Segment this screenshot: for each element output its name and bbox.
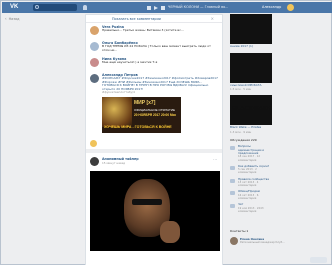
avatar[interactable] bbox=[90, 58, 99, 67]
banner-emblem bbox=[102, 96, 132, 127]
search-input[interactable] bbox=[33, 4, 77, 11]
contacts-section: Контакты 1 Елена Онегина Региональный ме… bbox=[230, 229, 300, 245]
avatar[interactable] bbox=[90, 26, 99, 35]
post-image[interactable] bbox=[90, 170, 220, 251]
audio-player[interactable]: ЧЕРНЫЙ КОЛОНИ — Главный во... bbox=[147, 4, 247, 11]
comment-text: В ГОД ТРЕМЫ ИЗ 24 ПОКАЗА | Только ваш мо… bbox=[102, 44, 211, 52]
meme-hand bbox=[160, 220, 180, 243]
more-options-icon[interactable]: ··· bbox=[213, 157, 217, 162]
video-thumbnail[interactable] bbox=[230, 52, 272, 83]
comments-header: Показать все комментарии × bbox=[86, 15, 222, 23]
discussion-icon bbox=[230, 204, 235, 209]
discussions-title[interactable]: Обсуждения 229 bbox=[230, 138, 272, 142]
video-meta: 1.3 млн · 9 мин bbox=[230, 129, 252, 134]
discussion-meta: 19 ноя 2013 · 2243 комментария bbox=[238, 206, 264, 213]
comment-text: Правильно... Третья жизнь: Витамин 3 (хо… bbox=[102, 28, 184, 32]
now-playing-text: ЧЕРНЫЙ КОЛОНИ — Главный во... bbox=[168, 5, 229, 9]
prev-track-icon[interactable] bbox=[147, 5, 151, 10]
avatar[interactable] bbox=[90, 156, 99, 166]
comment-item: Александр Петров #ФОРСАЖ7 #Форсаж2017 #К… bbox=[86, 71, 222, 137]
back-link[interactable]: ‹ Назад bbox=[5, 16, 45, 21]
comment-item bbox=[86, 137, 222, 147]
comment-text: #ФОРСАЖ7 #Форсаж2017 #Кинокино2017 #фоСм… bbox=[102, 76, 218, 91]
video-meta: 1.5 млн · 5 мин bbox=[230, 87, 252, 91]
user-avatar[interactable] bbox=[287, 4, 294, 11]
comment-item: Нина Кузина Мне ещё научиться!:) а мечти… bbox=[86, 55, 222, 71]
avatar[interactable] bbox=[90, 74, 99, 83]
comment-text: Мне ещё научиться!:) а мечтик Т-я bbox=[102, 60, 158, 64]
discussion-item[interactable]: Обмен/Продам 16 окт 2013 · 6 комментария bbox=[230, 189, 272, 200]
top-navigation-bar: VK ЧЕРНЫЙ КОЛОНИ — Главный во... Алексан… bbox=[2, 2, 332, 13]
video-thumbnail[interactable]: BLACKWAKE bbox=[230, 95, 272, 126]
discussion-meta: 13 окт 2013 · 4 комментария bbox=[238, 180, 259, 188]
contacts-title[interactable]: Контакты 1 bbox=[230, 229, 300, 233]
banner-date: 20 НОЯБРЯ 2017 20:00 Мск bbox=[134, 112, 176, 117]
news-feed: Показать все комментарии × Vera Puzina П… bbox=[85, 14, 223, 265]
video-thumbnail-label: BLACKWAKE bbox=[232, 106, 272, 113]
vk-logo[interactable]: VK bbox=[10, 4, 22, 11]
next-track-icon[interactable] bbox=[161, 5, 165, 10]
video-title[interactable]: Аниме 2017 (1) bbox=[230, 44, 272, 49]
post-header: Анонимный тайлер 15 минут назад ··· bbox=[86, 153, 222, 169]
banner-slogan: ХОЧЕШЬ МИРА - ГОТОВЬСЯ К ВОЙНЕ bbox=[104, 124, 172, 129]
meme-glasses bbox=[132, 198, 162, 205]
comment-item: Ольга Бомбарёнко В ГОД ТРЕМЫ ИЗ 24 ПОКАЗ… bbox=[86, 39, 222, 55]
discussion-item[interactable]: Как добавить скрин? 5 сен 2013 · 2 комме… bbox=[230, 164, 272, 175]
contact-role: Региональный менеджер Клуб... bbox=[240, 241, 285, 244]
discussion-item[interactable]: Правила сообщества 13 окт 2013 · 4 комме… bbox=[230, 177, 272, 188]
back-label: Назад bbox=[8, 16, 20, 21]
discussion-icon bbox=[230, 165, 235, 170]
chat-toggle-button[interactable] bbox=[310, 257, 327, 263]
comment-hashtag[interactable]: #фуккетвеплоттабу/4 bbox=[102, 91, 218, 95]
avatar[interactable] bbox=[90, 139, 97, 147]
promo-banner[interactable]: МИР [x7] ОФИЦИАЛЬНОЕ ОТКРЫТИЕ 20 НОЯБРЯ … bbox=[102, 96, 181, 133]
discussion-title[interactable]: Вопросы администрации и предложения bbox=[238, 144, 272, 155]
discussion-icon bbox=[230, 178, 235, 183]
video-thumbnail[interactable] bbox=[230, 14, 272, 44]
search-icon bbox=[35, 5, 39, 9]
arrow-left-icon: ‹ bbox=[5, 16, 7, 21]
post-time[interactable]: 15 минут назад bbox=[102, 161, 218, 165]
banner-subtitle: ОФИЦИАЛЬНОЕ ОТКРЫТИЕ bbox=[134, 107, 176, 112]
play-icon[interactable] bbox=[154, 5, 158, 10]
right-sidebar: Аниме 2017 (1) смысловой ИРОКАТА 1.5 млн… bbox=[230, 14, 272, 213]
avatar[interactable] bbox=[230, 237, 238, 245]
contact-item[interactable]: Елена Онегина Региональный менеджер Клуб… bbox=[230, 237, 300, 245]
discussion-item[interactable]: Чат 19 ноя 2013 · 2243 комментария bbox=[230, 202, 272, 213]
close-icon[interactable]: × bbox=[211, 16, 214, 21]
browser-frame: VK ЧЕРНЫЙ КОЛОНИ — Главный во... Алексан… bbox=[0, 0, 332, 265]
comment-item: Vera Puzina Правильно... Третья жизнь: В… bbox=[86, 23, 222, 39]
discussion-meta: 16 окт 2013 · 6 комментария bbox=[238, 193, 259, 200]
discussion-item[interactable]: Вопросы администрации и предложения 18 с… bbox=[230, 144, 272, 162]
discussion-meta: 5 сен 2013 · 2 комментария bbox=[238, 168, 257, 175]
discussion-icon bbox=[230, 191, 235, 196]
discussion-meta: 18 сен 2017 · 12 комментария bbox=[238, 155, 261, 162]
notifications-icon[interactable] bbox=[83, 5, 87, 10]
banner-title: МИР [x7] bbox=[134, 99, 156, 106]
discussion-icon bbox=[230, 146, 235, 151]
left-nav: ‹ Назад bbox=[5, 16, 45, 21]
avatar[interactable] bbox=[90, 42, 99, 51]
show-all-comments-link[interactable]: Показать все комментарии bbox=[112, 17, 161, 21]
user-name[interactable]: Александр bbox=[262, 4, 281, 11]
